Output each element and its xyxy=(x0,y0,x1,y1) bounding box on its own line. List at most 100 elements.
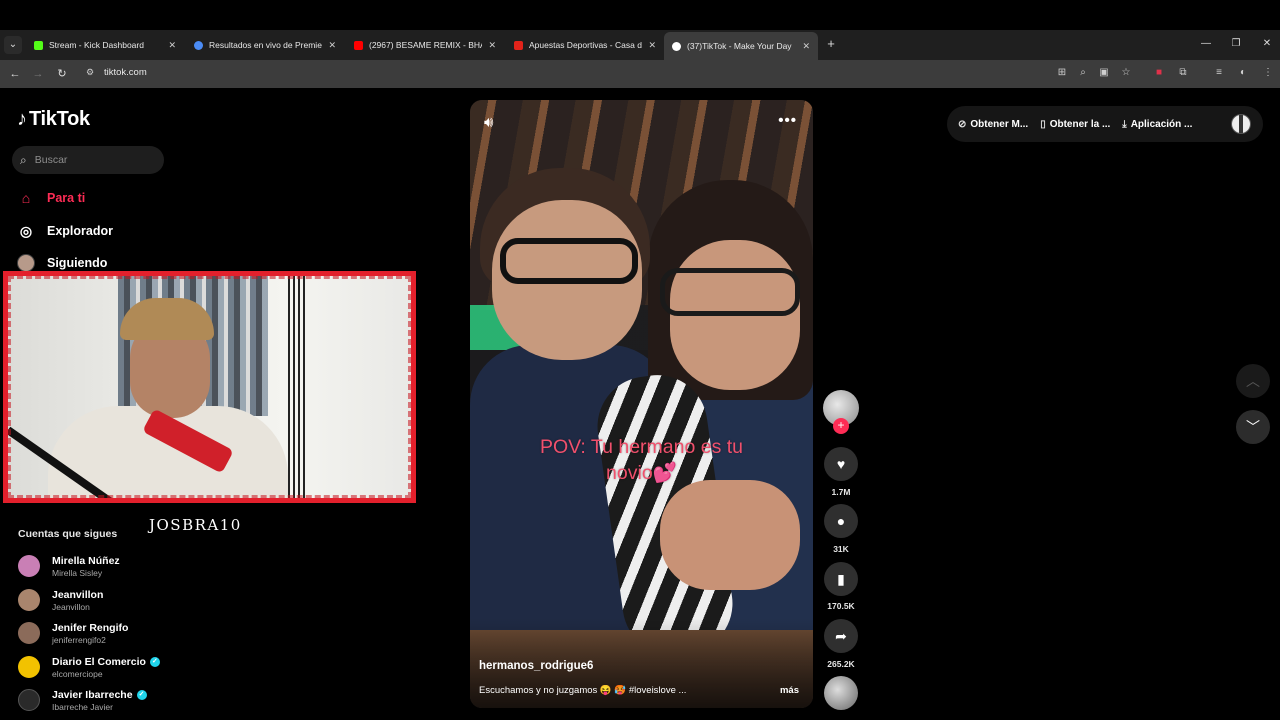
close-icon[interactable]: ✕ xyxy=(488,40,496,51)
nav-explorador[interactable]: ◎ Explorador xyxy=(16,221,113,241)
tab-search-button[interactable]: ⌄ xyxy=(4,36,22,54)
translate-icon[interactable]: ⊞ xyxy=(1055,66,1069,80)
account-name: Mirella Núñez xyxy=(52,554,120,567)
home-icon: ⌂ xyxy=(21,190,31,206)
avatar-icon xyxy=(16,253,36,273)
following-account[interactable]: Jeanvillon Jeanvillon xyxy=(18,587,103,613)
reload-icon[interactable]: ↻ xyxy=(53,65,71,83)
browser-menu-icon[interactable]: ⋮ xyxy=(1261,66,1275,80)
tab-apuestas[interactable]: Apuestas Deportivas - Casa de ✕ xyxy=(506,34,664,56)
streamer-name: JOSBRA10 xyxy=(149,516,242,534)
tiktok-wordmark: TikTok xyxy=(29,108,90,130)
share-count: 265.2K xyxy=(827,659,855,669)
nav-label: Explorador xyxy=(47,224,113,238)
following-account[interactable]: Jenifer Rengifo jeniferrengifo2 xyxy=(18,620,128,646)
download-icon: ⤓ xyxy=(1122,118,1127,130)
back-icon[interactable]: ← xyxy=(6,65,24,83)
avatar xyxy=(18,622,40,644)
video-description: Escuchamos y no juzgamos 😝 🥵 #loveislove… xyxy=(479,685,687,696)
close-icon[interactable]: ✕ xyxy=(648,40,656,51)
following-title: Cuentas que sigues xyxy=(18,528,118,540)
get-app-label: Obtener la ... xyxy=(1049,118,1111,130)
tiktok-note-icon: ♪ xyxy=(17,108,27,130)
comment-button[interactable]: ● xyxy=(824,504,858,538)
minimize-icon[interactable]: — xyxy=(1198,36,1214,52)
following-account[interactable]: Diario El Comercio ✓ elcomerciope xyxy=(18,654,160,680)
new-tab-button[interactable]: + xyxy=(824,36,838,52)
tab-tiktok[interactable]: (37)TikTok - Make Your Day ✕ xyxy=(664,32,818,60)
more-options-icon[interactable]: ••• xyxy=(778,112,797,129)
tab-kick[interactable]: Stream - Kick Dashboard ✕ xyxy=(26,34,184,56)
tab-label: (2967) BESAME REMIX - BHAVI xyxy=(369,40,483,50)
media-control-icon[interactable]: ≡ xyxy=(1212,66,1226,80)
close-icon[interactable]: ✕ xyxy=(802,41,810,52)
tab-label: (37)TikTok - Make Your Day xyxy=(687,41,792,51)
like-button[interactable]: ♥ xyxy=(824,447,858,481)
video-hand xyxy=(660,480,800,590)
video-text-overlay: POV: Tu hermano es tu novio💕 xyxy=(470,434,813,486)
url-field[interactable]: tiktok.com xyxy=(104,66,147,80)
video-text-line-2: novio💕 xyxy=(606,462,677,484)
avatar xyxy=(18,656,40,678)
header-actions: ⊘ Obtener M... ▯ Obtener la ... ⤓ Aplica… xyxy=(947,106,1263,142)
next-video-button[interactable]: ﹀ xyxy=(1236,410,1270,444)
get-app-link[interactable]: ▯ Obtener la ... xyxy=(1040,119,1110,130)
account-username: Ibarreche Javier xyxy=(52,701,113,712)
zoom-icon[interactable]: ⌕ xyxy=(1076,66,1090,80)
share-icon: ➦ xyxy=(835,627,847,644)
account-name: Javier Ibarreche xyxy=(52,688,133,701)
restore-icon[interactable]: ❐ xyxy=(1228,36,1244,52)
video-person-1-glasses xyxy=(500,238,638,284)
window-close-icon[interactable]: ✕ xyxy=(1259,36,1275,52)
tab-youtube[interactable]: (2967) BESAME REMIX - BHAVI ✕ xyxy=(346,34,504,56)
video-text-line-1: POV: Tu hermano es tu xyxy=(539,436,744,458)
tiktok-logo[interactable]: ♪ TikTok xyxy=(17,108,90,131)
desktop-app-link[interactable]: ⤓ Aplicación ... xyxy=(1122,119,1192,130)
search-box[interactable]: ⌕ xyxy=(12,146,164,174)
forward-icon[interactable]: → xyxy=(29,65,47,83)
tab-label: Stream - Kick Dashboard xyxy=(49,40,144,50)
account-name: Jeanvillon xyxy=(52,588,104,601)
site-info-icon[interactable]: ⚙ xyxy=(86,67,98,79)
close-icon[interactable]: ✕ xyxy=(168,40,176,51)
bet-favicon-icon xyxy=(514,40,523,50)
more-description-button[interactable]: más xyxy=(780,685,799,696)
comment-icon: ● xyxy=(836,513,846,529)
music-disc-icon[interactable] xyxy=(824,676,858,710)
bookmark-star-icon[interactable]: ☆ xyxy=(1119,66,1133,80)
save-count: 170.5K xyxy=(827,601,855,611)
nav-para-ti[interactable]: ⌂ Para ti xyxy=(16,188,85,208)
follow-plus-icon[interactable]: + xyxy=(833,418,849,434)
tab-premier[interactable]: Resultados en vivo de Premier L ✕ xyxy=(186,34,344,56)
account-name: Jenifer Rengifo xyxy=(52,621,129,634)
chevron-up-icon: ︿ xyxy=(1246,373,1260,389)
kick-favicon-icon xyxy=(34,40,43,50)
following-account[interactable]: Mirella Núñez Mirella Sisley xyxy=(18,553,120,579)
nav-label: Siguiendo xyxy=(47,256,108,270)
search-input[interactable] xyxy=(34,154,145,166)
following-account[interactable]: Javier Ibarreche ✓ Ibarreche Javier xyxy=(18,687,147,713)
avatar xyxy=(18,555,40,577)
video-player[interactable]: 🔊︎ ••• POV: Tu hermano es tu novio💕 herm… xyxy=(470,100,813,708)
avatar xyxy=(18,689,40,711)
desktop-app-label: Aplicación ... xyxy=(1130,118,1193,130)
volume-icon[interactable]: 🔊︎ xyxy=(484,114,493,131)
user-avatar[interactable] xyxy=(1231,114,1251,134)
extension-red-icon[interactable]: ■ xyxy=(1152,66,1166,80)
share-button[interactable]: ➦ xyxy=(824,619,858,653)
close-icon[interactable]: ✕ xyxy=(328,40,336,51)
profile-icon[interactable]: ◐ xyxy=(1236,66,1250,80)
install-app-icon[interactable]: ▣ xyxy=(1097,66,1111,80)
save-button[interactable]: ▮ xyxy=(824,562,858,596)
video-author[interactable]: hermanos_rodrigue6 xyxy=(479,660,593,672)
video-person-2-glasses xyxy=(660,268,800,316)
tiktok-favicon-icon xyxy=(672,41,681,51)
youtube-favicon-icon xyxy=(354,40,363,50)
extensions-icon[interactable]: ⧉ xyxy=(1176,66,1190,80)
bookmark-icon: ▮ xyxy=(837,570,845,587)
window-top-strip xyxy=(0,0,1280,30)
get-coins-link[interactable]: ⊘ Obtener M... xyxy=(958,119,1028,130)
nav-siguiendo[interactable]: Siguiendo xyxy=(16,253,107,273)
previous-video-button[interactable]: ︿ xyxy=(1236,364,1270,398)
heart-icon: ♥ xyxy=(836,456,846,472)
